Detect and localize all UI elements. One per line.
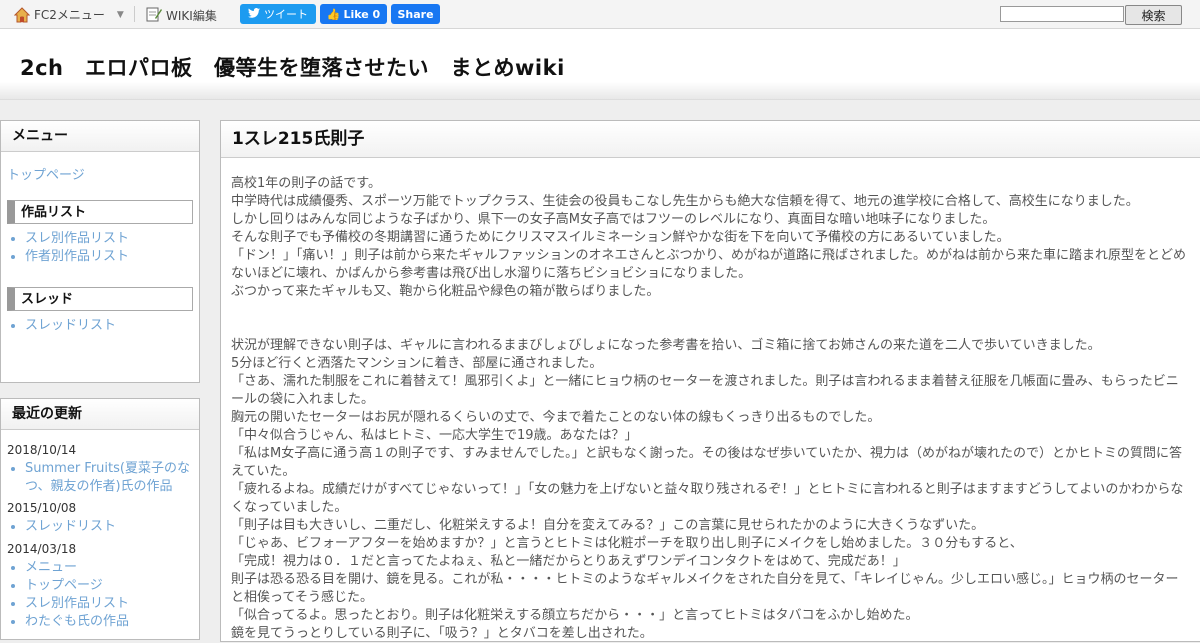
facebook-share-button[interactable]: Share [391, 4, 440, 24]
update-list: スレッドリスト [7, 518, 116, 536]
update-link[interactable]: スレッドリスト [25, 519, 116, 534]
list-item[interactable]: 作者別作品リスト [25, 248, 129, 266]
thumbs-up-icon: 👍 [326, 7, 341, 21]
share-label: Share [397, 7, 434, 21]
update-link[interactable]: Summer Fruits(夏菜子のなつ、親友の作者)氏の作品 [25, 461, 190, 494]
wiki-edit-button[interactable]: WIKI編集 [146, 6, 217, 25]
top-page-link[interactable]: トップページ [7, 164, 85, 183]
paragraph: 則子は恐る恐る目を開け、鏡を見る。これが私・・・・ヒトミのようなギャルメイクをさ… [231, 572, 1179, 605]
divider [134, 6, 135, 22]
list-item[interactable]: スレ別作品リスト [25, 230, 129, 248]
thread-list: スレッドリスト [7, 317, 116, 335]
recent-updates-title: 最近の更新 [1, 399, 199, 430]
list-item[interactable]: スレ別作品リスト [25, 595, 129, 613]
update-link[interactable]: スレ別作品リスト [25, 596, 129, 611]
paragraph: 胸元の開いたセーターはお尻が隠れるくらいの丈で、今まで着たことのない体の線もくっ… [231, 410, 881, 425]
twitter-bird-icon [248, 7, 260, 21]
update-list: メニュー トップページ スレ別作品リスト わたぐも氏の作品 [7, 559, 129, 631]
wiki-edit-label: WIKI編集 [166, 9, 217, 23]
site-header: 2ch エロパロ板 優等生を堕落させたい まとめwiki [0, 29, 1200, 100]
works-by-thread-link[interactable]: スレ別作品リスト [25, 231, 129, 246]
paragraph: 高校1年の則子の話です。 [231, 176, 381, 191]
works-list: スレ別作品リスト 作者別作品リスト [7, 230, 129, 266]
update-list: Summer Fruits(夏菜子のなつ、親友の作者)氏の作品 [7, 460, 199, 496]
menu-title: メニュー [1, 121, 199, 152]
update-date: 2018/10/14 [7, 443, 77, 457]
like-label: Like 0 [343, 7, 381, 21]
edit-icon [146, 6, 162, 25]
chevron-down-icon: ▼ [116, 9, 124, 20]
paragraph: 「さあ、濡れた制服をこれに着替えて！風邪引くよ」と一緒にヒョウ柄のセーターを渡さ… [231, 374, 1179, 407]
paragraph: 5分ほど行くと洒落たマンションに着き、部屋に通されました。 [231, 356, 603, 371]
list-item[interactable]: わたぐも氏の作品 [25, 613, 129, 631]
menu-box: メニュー トップページ 作品リスト スレ別作品リスト 作者別作品リスト スレッド… [0, 120, 200, 383]
tweet-label: ツイート [264, 8, 308, 21]
paragraph: 「中々似合うじゃん、私はヒトミ、一応大学生で19歳。あなたは？」 [231, 428, 638, 443]
update-date: 2015/10/08 [7, 501, 77, 515]
page-title: 1スレ215氏則子 [221, 121, 1200, 158]
paragraph: ぶつかって来たギャルも又、鞄から化粧品や緑色の箱が散らばりました。 [231, 284, 660, 299]
paragraph: 「則子は目も大きいし、二重だし、化粧栄えするよ！自分を変えてみる？」この言葉に見… [231, 518, 985, 533]
list-item[interactable]: トップページ [25, 577, 129, 595]
search-button-label: 検索 [1141, 8, 1166, 23]
update-date: 2014/03/18 [7, 542, 77, 556]
paragraph: 「疲れるよね。成績だけがすべてじゃないって！」「女の魅力を上げないと益々取り残さ… [231, 482, 1184, 515]
fc2-menu-label: FC2メニュー [34, 8, 105, 22]
article-body: 高校1年の則子の話です。 中学時代は成績優秀、スポーツ万能でトップクラス、生徒会… [231, 175, 1186, 643]
site-title[interactable]: 2ch エロパロ板 優等生を堕落させたい まとめwiki [20, 52, 565, 82]
thread-heading: スレッド [7, 287, 193, 311]
list-item[interactable]: スレッドリスト [25, 317, 116, 335]
works-by-author-link[interactable]: 作者別作品リスト [25, 249, 129, 264]
paragraph: しかし回りはみんな同じような子ばかり、県下一の女子高M女子高ではフツーのレベルに… [231, 212, 996, 227]
update-link[interactable]: メニュー [25, 560, 77, 575]
facebook-like-button[interactable]: 👍 Like 0 [320, 4, 387, 24]
list-item[interactable]: スレッドリスト [25, 518, 116, 536]
update-link[interactable]: わたぐも氏の作品 [25, 614, 129, 629]
fc2-menu-button[interactable]: FC2メニュー ▼ [14, 6, 124, 23]
paragraph: 状況が理解できない則子は、ギャルに言われるままびしょびしょになった参考書を拾い、… [231, 338, 1101, 353]
paragraph: 「じゃあ、ビフォーアフターを始めますか？」と言うとヒトミは化粧ポーチを取り出し則… [231, 536, 1023, 551]
search-input[interactable] [1000, 6, 1124, 22]
fc2-toolbar: FC2メニュー ▼ WIKI編集 ツイート 👍 Like 0 Share 検索 [0, 0, 1200, 29]
home-icon [14, 6, 30, 23]
paragraph: 「完成！視力は０．１だと言ってたよねぇ、私と一緒だからとりあえずワンデイコンタク… [231, 554, 906, 569]
paragraph: 鏡を見てうっとりしている則子に、「吸う？」とタバコを差し出された。 [231, 626, 653, 641]
recent-updates-box: 最近の更新 2018/10/14 Summer Fruits(夏菜子のなつ、親友… [0, 398, 200, 640]
paragraph: そんな則子でも予備校の冬期講習に通うためにクリスマスイルミネーション鮮やかな街を… [231, 230, 1010, 245]
tweet-button[interactable]: ツイート [240, 4, 316, 24]
paragraph: 中学時代は成績優秀、スポーツ万能でトップクラス、生徒会の役員もこなし先生からも絶… [231, 194, 1139, 209]
works-heading: 作品リスト [7, 200, 193, 224]
main-content: 1スレ215氏則子 高校1年の則子の話です。 中学時代は成績優秀、スポーツ万能で… [220, 120, 1200, 642]
thread-list-link[interactable]: スレッドリスト [25, 318, 116, 333]
update-link[interactable]: トップページ [25, 578, 103, 593]
paragraph: 「ドン！」「痛い！」則子は前から来たギャルファッションのオネエさんとぶつかり、め… [231, 248, 1186, 281]
search-button[interactable]: 検索 [1125, 5, 1182, 25]
paragraph: 「私はM女子高に通う高１の則子です、すみませんでした。」と訳もなく謝った。その後… [231, 446, 1182, 479]
paragraph: 「似合ってるよ。思ったとおり。則子は化粧栄えする顔立ちだから・・・」と言ってヒト… [231, 608, 919, 623]
list-item[interactable]: メニュー [25, 559, 129, 577]
list-item[interactable]: Summer Fruits(夏菜子のなつ、親友の作者)氏の作品 [25, 460, 199, 496]
